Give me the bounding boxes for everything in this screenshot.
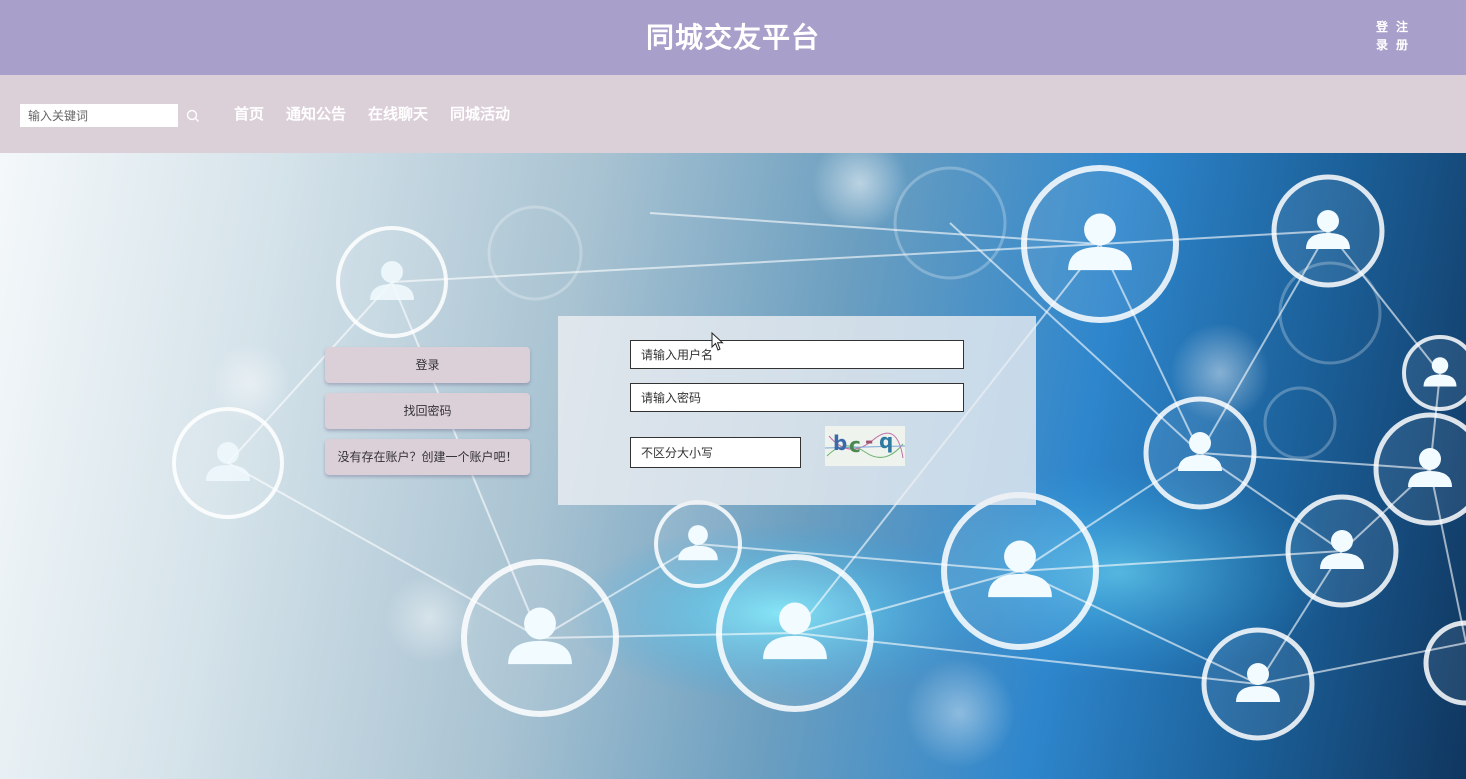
login-panel: b c - q — [558, 316, 1036, 505]
mouse-cursor-icon — [711, 332, 724, 351]
login-button[interactable]: 登录 — [325, 347, 530, 383]
search-input[interactable] — [20, 104, 178, 127]
register-link[interactable]: 注册 — [1396, 18, 1408, 54]
search-icon[interactable] — [184, 107, 202, 125]
captcha-char-1: b — [833, 431, 847, 455]
auth-links: 登录 注册 — [1376, 18, 1408, 54]
nav-chat[interactable]: 在线聊天 — [368, 103, 428, 124]
captcha-image[interactable]: b c - q — [825, 426, 905, 466]
username-input[interactable] — [630, 340, 964, 369]
captcha-char-2: c — [849, 433, 861, 457]
captcha-char-3: - — [865, 429, 873, 453]
login-link[interactable]: 登录 — [1376, 18, 1388, 54]
nav-notices[interactable]: 通知公告 — [286, 103, 346, 124]
password-input[interactable] — [630, 383, 964, 412]
nav-home[interactable]: 首页 — [234, 103, 264, 124]
hero-background: 登录 找回密码 没有存在账户？创建一个账户吧！ b c - q — [0, 153, 1466, 779]
create-account-button[interactable]: 没有存在账户？创建一个账户吧！ — [325, 439, 530, 475]
nav-bar: 首页 通知公告 在线聊天 同城活动 — [0, 75, 1466, 153]
captcha-input[interactable] — [630, 437, 801, 468]
nav-events[interactable]: 同城活动 — [450, 103, 510, 124]
captcha-char-4: q — [879, 429, 893, 453]
nav-links: 首页 通知公告 在线聊天 同城活动 — [234, 103, 510, 124]
recover-password-button[interactable]: 找回密码 — [325, 393, 530, 429]
header-bar: 同城交友平台 登录 注册 — [0, 0, 1466, 75]
site-title: 同城交友平台 — [645, 21, 820, 54]
